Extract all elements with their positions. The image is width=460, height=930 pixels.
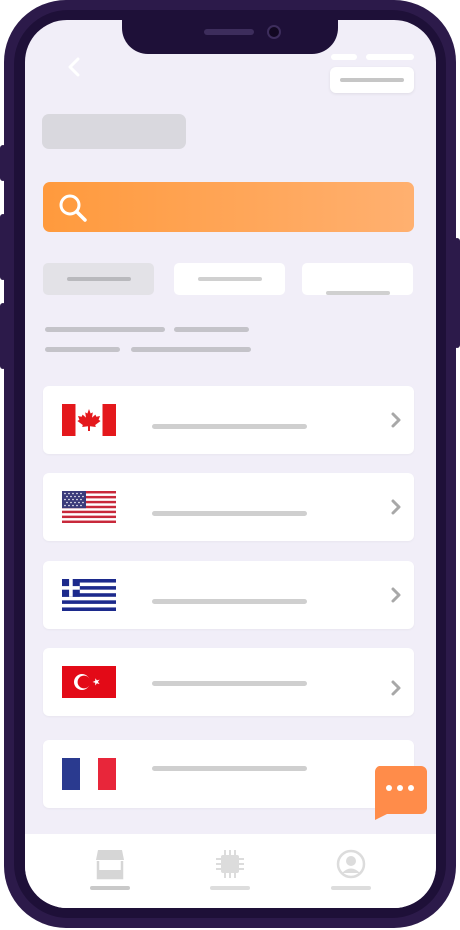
country-name-placeholder	[152, 424, 307, 429]
france-flag-icon	[62, 758, 116, 790]
search-icon	[59, 194, 87, 222]
store-icon	[96, 850, 124, 880]
greece-flag-icon	[62, 579, 116, 611]
chevron-left-icon	[68, 57, 80, 77]
country-row[interactable]	[43, 561, 414, 629]
status-indicator	[331, 54, 357, 60]
page-title-placeholder	[42, 114, 186, 149]
search-bar[interactable]	[43, 182, 414, 232]
nav-label-placeholder	[90, 886, 130, 890]
side-button-right	[454, 238, 460, 348]
nav-store[interactable]	[80, 848, 140, 898]
nav-label-placeholder	[331, 886, 371, 890]
tab-3[interactable]	[302, 263, 413, 295]
side-button-left-2	[0, 214, 6, 280]
chevron-right-icon	[391, 587, 401, 603]
text-line-placeholder	[45, 347, 120, 352]
chat-bubble-icon	[374, 766, 427, 820]
chevron-right-icon	[391, 499, 401, 515]
nav-chip[interactable]	[200, 848, 260, 898]
notch	[122, 20, 338, 54]
speaker	[204, 29, 254, 35]
canada-flag-icon	[62, 404, 116, 436]
turkey-flag-icon	[62, 666, 116, 698]
tab-label-placeholder	[197, 277, 262, 281]
usa-flag-icon	[62, 491, 116, 523]
language-label-placeholder	[340, 78, 404, 82]
chevron-right-icon	[391, 412, 401, 428]
side-button-left-3	[0, 303, 6, 369]
country-name-placeholder	[152, 681, 307, 686]
text-line-placeholder	[45, 327, 165, 332]
country-row[interactable]	[43, 740, 414, 808]
chevron-right-icon	[391, 680, 401, 696]
nav-label-placeholder	[210, 886, 250, 890]
status-indicator	[366, 54, 414, 60]
country-name-placeholder	[152, 766, 307, 771]
tab-label-placeholder	[325, 291, 390, 295]
country-row[interactable]	[43, 648, 414, 716]
text-line-placeholder	[131, 347, 251, 352]
nav-profile[interactable]	[321, 848, 381, 898]
country-row[interactable]	[43, 386, 414, 454]
screen	[25, 20, 436, 908]
country-name-placeholder	[152, 599, 307, 604]
chat-button[interactable]	[373, 766, 427, 820]
country-row[interactable]	[43, 473, 414, 541]
text-line-placeholder	[174, 327, 249, 332]
back-button[interactable]	[61, 54, 87, 80]
user-icon	[336, 849, 366, 879]
side-button-left-1	[0, 145, 6, 181]
country-name-placeholder	[152, 511, 307, 516]
tab-label-placeholder	[66, 277, 131, 281]
tab-2[interactable]	[174, 263, 285, 295]
bottom-navigation	[25, 834, 436, 908]
language-selector[interactable]	[330, 67, 414, 93]
chip-icon	[216, 850, 244, 878]
tab-1[interactable]	[43, 263, 154, 295]
front-camera	[267, 25, 281, 39]
